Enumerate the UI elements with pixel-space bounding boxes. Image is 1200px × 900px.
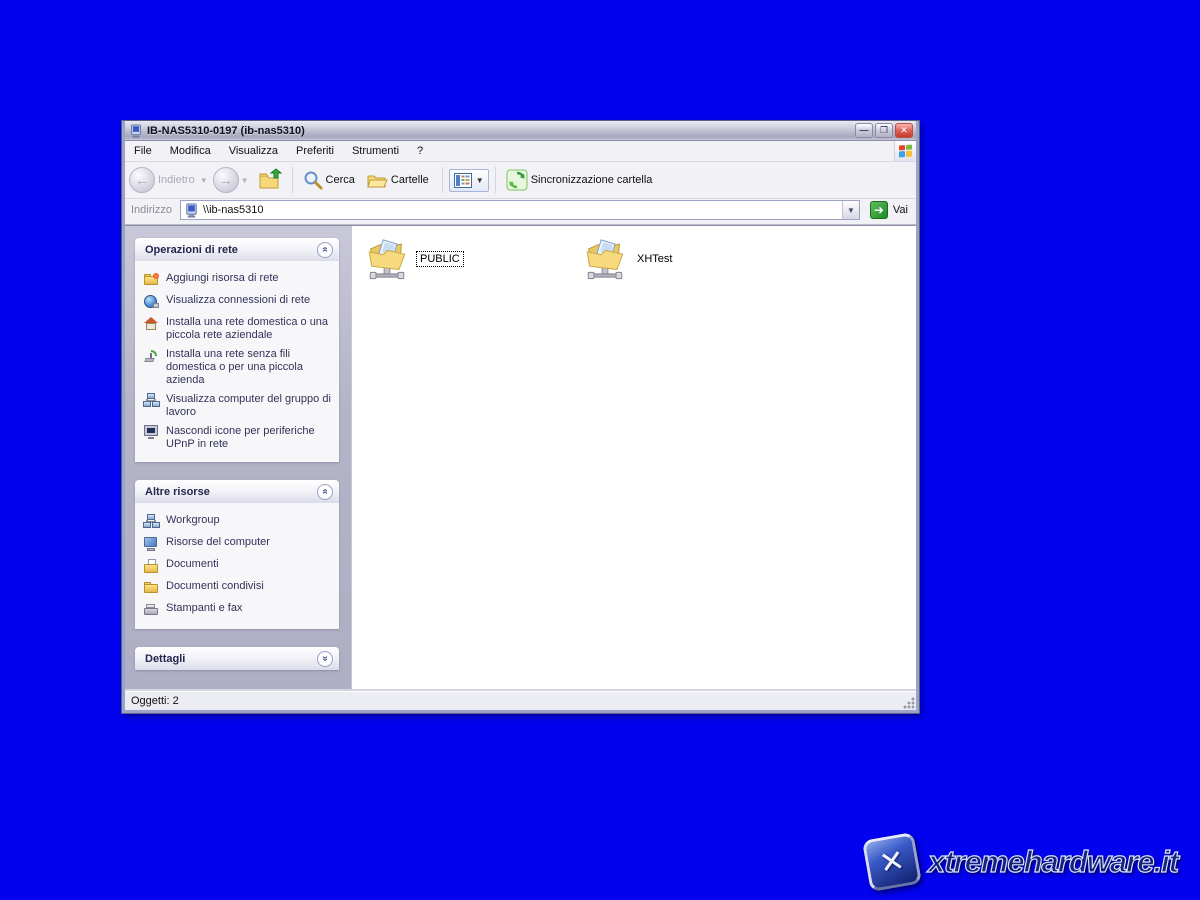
network-share-folder-icon bbox=[582, 236, 628, 281]
my-documents-icon bbox=[143, 558, 161, 574]
menu-file[interactable]: File bbox=[125, 141, 161, 161]
go-button[interactable]: ➜ Vai bbox=[866, 199, 912, 221]
menu-preferiti[interactable]: Preferiti bbox=[287, 141, 343, 161]
status-object-count: Oggetti: 2 bbox=[131, 695, 179, 707]
shared-documents-icon bbox=[143, 580, 161, 596]
sync-folder-button[interactable]: Sincronizzazione cartella bbox=[502, 166, 660, 194]
folder-tile-public[interactable]: PUBLIC bbox=[364, 236, 464, 281]
folder-label-public[interactable]: PUBLIC bbox=[416, 251, 464, 267]
addressbar: Indirizzo \\ib-nas5310 ▼ ➜ Vai bbox=[125, 199, 916, 225]
workgroup-icon bbox=[143, 514, 161, 530]
folder-tile-xhtest[interactable]: XHTest bbox=[582, 236, 675, 281]
panel-network-tasks-header[interactable]: Operazioni di rete » bbox=[135, 238, 339, 261]
search-icon bbox=[303, 170, 323, 190]
toolbar: ← Indietro ▼ → ▼ Cerca bbox=[125, 162, 916, 199]
folders-icon bbox=[366, 170, 388, 190]
add-network-resource-icon bbox=[143, 272, 161, 288]
window-computer-icon bbox=[129, 124, 143, 138]
titlebar[interactable]: IB-NAS5310-0197 (ib-nas5310) — ❐ ✕ bbox=[125, 121, 916, 141]
panel-details-header[interactable]: Dettagli » bbox=[135, 647, 339, 670]
sync-icon bbox=[506, 169, 528, 191]
link-my-computer[interactable]: Risorse del computer bbox=[141, 533, 335, 555]
panel-title: Operazioni di rete bbox=[145, 244, 238, 256]
sync-label: Sincronizzazione cartella bbox=[531, 174, 653, 186]
network-share-folder-icon bbox=[364, 236, 410, 281]
up-folder-button[interactable] bbox=[254, 165, 286, 195]
views-button[interactable]: ▼ bbox=[449, 169, 489, 192]
computer-icon bbox=[184, 203, 199, 218]
maximize-button[interactable]: ❐ bbox=[875, 123, 893, 138]
task-setup-wireless-network[interactable]: Installa una rete senza fili domestica o… bbox=[141, 345, 335, 390]
menu-modifica[interactable]: Modifica bbox=[161, 141, 220, 161]
chevron-down-icon[interactable]: » bbox=[317, 651, 333, 667]
go-label: Vai bbox=[893, 204, 908, 216]
panel-other-places: Altre risorse » Workgroup Risorse bbox=[135, 480, 339, 629]
home-network-icon bbox=[143, 316, 161, 332]
task-setup-home-network[interactable]: Installa una rete domestica o una piccol… bbox=[141, 313, 335, 345]
folders-label: Cartelle bbox=[391, 174, 429, 186]
printers-fax-icon bbox=[143, 602, 161, 618]
window-body: Operazioni di rete » Aggiungi risorsa di… bbox=[125, 225, 916, 689]
upnp-device-icon bbox=[143, 425, 161, 441]
chevron-up-icon[interactable]: » bbox=[317, 484, 333, 500]
address-dropdown-icon[interactable]: ▼ bbox=[842, 201, 859, 219]
address-value[interactable]: \\ib-nas5310 bbox=[203, 204, 842, 216]
link-printers-fax[interactable]: Stampanti e fax bbox=[141, 599, 335, 621]
panel-details: Dettagli » bbox=[135, 647, 339, 670]
link-my-documents[interactable]: Documenti bbox=[141, 555, 335, 577]
task-add-network-resource[interactable]: Aggiungi risorsa di rete bbox=[141, 269, 335, 291]
workgroup-computers-icon bbox=[143, 393, 161, 409]
forward-icon[interactable]: → bbox=[213, 167, 239, 193]
watermark: ✕ xtremehardware.it bbox=[866, 836, 1178, 888]
go-arrow-icon: ➜ bbox=[870, 201, 888, 219]
menubar: File Modifica Visualizza Preferiti Strum… bbox=[125, 141, 916, 162]
minimize-button[interactable]: — bbox=[855, 123, 873, 138]
resize-grip[interactable] bbox=[902, 696, 915, 709]
panel-title: Altre risorse bbox=[145, 486, 210, 498]
task-pane-sidebar: Operazioni di rete » Aggiungi risorsa di… bbox=[125, 226, 351, 689]
watermark-text: xtremehardware.it bbox=[928, 844, 1178, 880]
close-button[interactable]: ✕ bbox=[895, 123, 913, 138]
back-dropdown-icon[interactable]: ▼ bbox=[200, 176, 208, 185]
back-icon[interactable]: ← bbox=[129, 167, 155, 193]
back-button-label[interactable]: Indietro bbox=[158, 174, 195, 186]
task-view-workgroup-computers[interactable]: Visualizza computer del gruppo di lavoro bbox=[141, 390, 335, 422]
folders-button[interactable]: Cartelle bbox=[362, 167, 436, 193]
toolbar-separator bbox=[495, 167, 496, 193]
file-list-area[interactable]: PUBLIC XHTest bbox=[351, 226, 916, 689]
xtremehardware-logo-icon: ✕ bbox=[862, 832, 922, 892]
link-shared-documents[interactable]: Documenti condivisi bbox=[141, 577, 335, 599]
address-label: Indirizzo bbox=[131, 204, 172, 216]
windows-flag-icon bbox=[894, 141, 916, 161]
chevron-up-icon[interactable]: » bbox=[317, 242, 333, 258]
toolbar-separator bbox=[442, 167, 443, 193]
wireless-network-icon bbox=[143, 348, 161, 364]
task-hide-upnp-icons[interactable]: Nascondi icone per periferiche UPnP in r… bbox=[141, 422, 335, 454]
link-workgroup[interactable]: Workgroup bbox=[141, 511, 335, 533]
toolbar-separator bbox=[292, 167, 293, 193]
task-view-network-connections[interactable]: Visualizza connessioni di rete bbox=[141, 291, 335, 313]
explorer-window: IB-NAS5310-0197 (ib-nas5310) — ❐ ✕ File … bbox=[122, 121, 919, 713]
panel-other-places-header[interactable]: Altre risorse » bbox=[135, 480, 339, 503]
views-icon bbox=[454, 173, 472, 188]
panel-network-tasks: Operazioni di rete » Aggiungi risorsa di… bbox=[135, 238, 339, 462]
window-title: IB-NAS5310-0197 (ib-nas5310) bbox=[147, 125, 853, 137]
forward-dropdown-icon[interactable]: ▼ bbox=[241, 176, 249, 185]
my-computer-icon bbox=[143, 536, 161, 552]
panel-title: Dettagli bbox=[145, 653, 185, 665]
address-input[interactable]: \\ib-nas5310 ▼ bbox=[180, 200, 860, 220]
search-button[interactable]: Cerca bbox=[299, 167, 362, 193]
menu-strumenti[interactable]: Strumenti bbox=[343, 141, 408, 161]
menu-visualizza[interactable]: Visualizza bbox=[220, 141, 287, 161]
network-connections-icon bbox=[143, 294, 161, 310]
views-dropdown-icon: ▼ bbox=[476, 176, 484, 185]
up-folder-icon bbox=[258, 168, 282, 192]
menu-help[interactable]: ? bbox=[408, 141, 432, 161]
statusbar: Oggetti: 2 bbox=[125, 689, 916, 710]
folder-label-xhtest[interactable]: XHTest bbox=[634, 252, 675, 266]
search-label: Cerca bbox=[326, 174, 355, 186]
